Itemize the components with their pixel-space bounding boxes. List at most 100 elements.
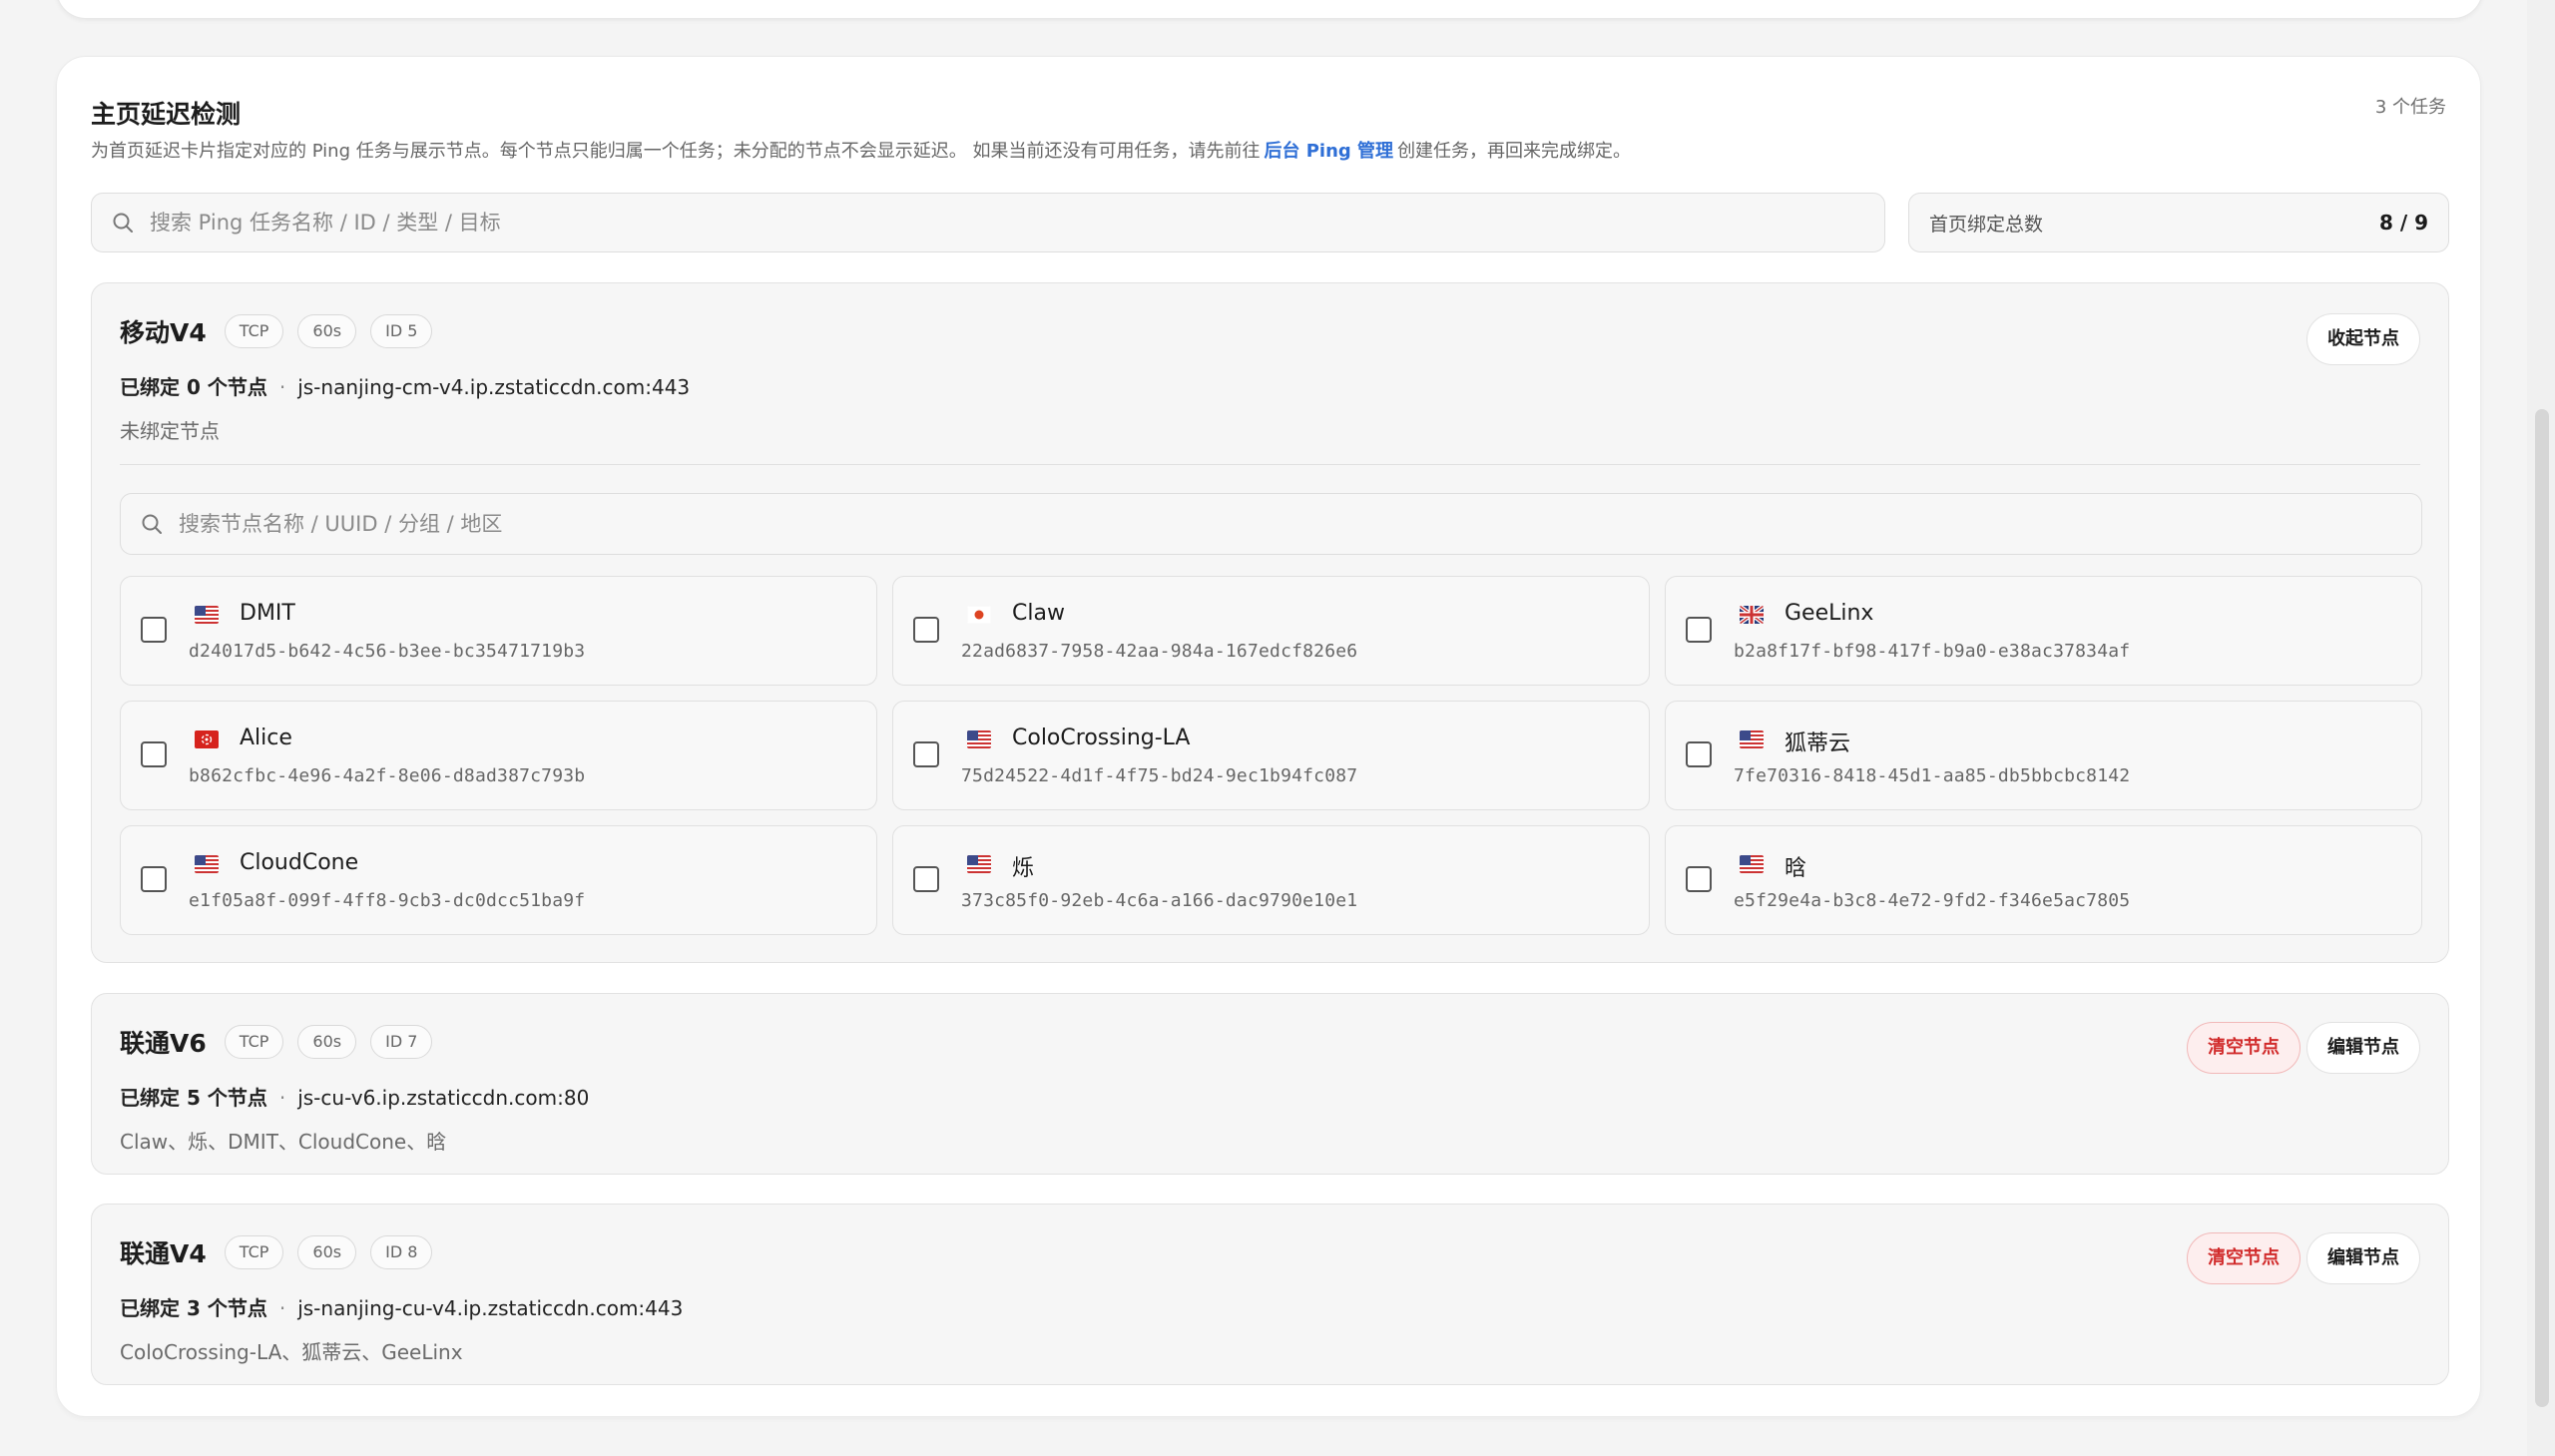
- node-option[interactable]: 晗 e5f29e4a-b3c8-4e72-9fd2-f346e5ac7805: [1665, 825, 2422, 935]
- task-header: 联通V6 TCP 60s ID 7: [120, 1024, 433, 1060]
- node-checkbox[interactable]: [913, 617, 939, 643]
- ping-admin-link[interactable]: 后台 Ping 管理: [1264, 141, 1393, 162]
- node-uuid: b2a8f17f-bf98-417f-b9a0-e38ac37834af: [1734, 641, 2131, 662]
- node-option[interactable]: ColoCrossing-LA 75d24522-4d1f-4f75-bd24-…: [892, 701, 1650, 810]
- us-flag-icon: [967, 855, 991, 873]
- task-name: 联通V4: [120, 1239, 207, 1268]
- edit-nodes-button[interactable]: 编辑节点: [2306, 1232, 2420, 1284]
- node-uuid: d24017d5-b642-4c56-b3ee-bc35471719b3: [189, 641, 586, 662]
- uk-flag-icon: [1740, 606, 1764, 624]
- node-name: CloudCone: [240, 850, 359, 875]
- task-meta: 已绑定 0 个节点 · js-nanjing-cm-v4.ip.zstaticcdn…: [120, 371, 690, 400]
- jp-flag-icon: [967, 606, 991, 624]
- binding-total-label: 首页绑定总数: [1929, 213, 2044, 236]
- node-checkbox[interactable]: [1686, 617, 1712, 643]
- task-target: js-nanjing-cu-v4.ip.zstaticcdn.com:443: [297, 1296, 684, 1320]
- edit-nodes-button[interactable]: 编辑节点: [2306, 1022, 2420, 1074]
- node-uuid: 7fe70316-8418-45d1-aa85-db5bbcbc8142: [1734, 765, 2131, 786]
- node-uuid: 22ad6837-7958-42aa-984a-167edcf826e6: [961, 641, 1358, 662]
- interval-badge: 60s: [297, 1025, 357, 1059]
- task-card-unicom-v6: 联通V6 TCP 60s ID 7 清空节点 编辑节点 已绑定 5 个节点 · js…: [91, 993, 2449, 1175]
- description-prefix: 为首页延迟卡片指定对应的 Ping 任务与展示节点。每个节点只能归属一个任务；未…: [91, 141, 1261, 162]
- scrollbar-thumb[interactable]: [2535, 409, 2549, 1407]
- node-name: GeeLinx: [1785, 601, 1874, 626]
- node-uuid: e5f29e4a-b3c8-4e72-9fd2-f346e5ac7805: [1734, 890, 2131, 911]
- node-option[interactable]: Claw 22ad6837-7958-42aa-984a-167edcf826e…: [892, 576, 1650, 686]
- section-title: 主页延迟检测: [91, 100, 242, 129]
- id-badge: ID 5: [370, 314, 433, 348]
- node-checkbox[interactable]: [1686, 741, 1712, 767]
- node-name: 晗: [1785, 856, 1807, 881]
- clear-nodes-button[interactable]: 清空节点: [2187, 1022, 2300, 1074]
- task-meta: 已绑定 5 个节点 · js-cu-v6.ip.zstaticcdn.com:80: [120, 1082, 589, 1111]
- description-suffix: 创建任务，再回来完成绑定。: [1397, 141, 1632, 162]
- bound-count: 已绑定 0 个节点: [120, 375, 267, 399]
- search-icon: [112, 212, 134, 234]
- node-option[interactable]: CloudCone e1f05a8f-099f-4ff8-9cb3-dc0dcc…: [120, 825, 877, 935]
- search-icon: [141, 513, 163, 535]
- node-name: 狐蒂云: [1785, 731, 1851, 756]
- id-badge: ID 8: [370, 1235, 433, 1269]
- node-checkbox[interactable]: [913, 741, 939, 767]
- task-target: js-cu-v6.ip.zstaticcdn.com:80: [297, 1086, 590, 1110]
- task-target: js-nanjing-cm-v4.ip.zstaticcdn.com:443: [297, 375, 691, 399]
- node-checkbox[interactable]: [141, 741, 167, 767]
- node-name: Claw: [1012, 601, 1065, 626]
- node-search-box[interactable]: [120, 493, 2422, 555]
- task-name: 移动V4: [120, 318, 207, 347]
- task-search-box[interactable]: [91, 193, 1885, 252]
- interval-badge: 60s: [297, 314, 357, 348]
- node-option[interactable]: Alice b862cfbc-4e96-4a2f-8e06-d8ad387c79…: [120, 701, 877, 810]
- task-count: 3 个任务: [2374, 97, 2446, 118]
- task-card-mobile-v4: 移动V4 TCP 60s ID 5 收起节点 已绑定 0 个节点 · js-nanj…: [91, 282, 2449, 963]
- homepage-latency-card: 主页延迟检测 3 个任务 为首页延迟卡片指定对应的 Ping 任务与展示节点。每…: [56, 56, 2481, 1417]
- node-name: ColoCrossing-LA: [1012, 726, 1191, 750]
- node-uuid: b862cfbc-4e96-4a2f-8e06-d8ad387c793b: [189, 765, 586, 786]
- us-flag-icon: [195, 606, 219, 624]
- protocol-badge: TCP: [224, 314, 284, 348]
- task-header: 移动V4 TCP 60s ID 5: [120, 313, 433, 349]
- node-uuid: 373c85f0-92eb-4c6a-a166-dac9790e10e1: [961, 890, 1358, 911]
- bound-nodes-text: 未绑定节点: [120, 419, 220, 443]
- clear-nodes-button[interactable]: 清空节点: [2187, 1232, 2300, 1284]
- page-scrollbar[interactable]: [2527, 0, 2555, 1456]
- task-name: 联通V6: [120, 1029, 207, 1058]
- bound-nodes-text: Claw、烁、DMIT、CloudCone、晗: [120, 1130, 447, 1154]
- node-checkbox[interactable]: [913, 866, 939, 892]
- bound-count: 已绑定 3 个节点: [120, 1296, 267, 1320]
- previous-card: [56, 0, 2483, 19]
- node-option[interactable]: 烁 373c85f0-92eb-4c6a-a166-dac9790e10e1: [892, 825, 1650, 935]
- node-uuid: e1f05a8f-099f-4ff8-9cb3-dc0dcc51ba9f: [189, 890, 586, 911]
- node-option[interactable]: DMIT d24017d5-b642-4c56-b3ee-bc35471719b…: [120, 576, 877, 686]
- meta-separator: ·: [278, 375, 286, 399]
- section-description: 为首页延迟卡片指定对应的 Ping 任务与展示节点。每个节点只能归属一个任务；未…: [91, 137, 1631, 163]
- id-badge: ID 7: [370, 1025, 433, 1059]
- binding-total-box: 首页绑定总数 8 / 9: [1908, 193, 2449, 252]
- task-card-unicom-v4: 联通V4 TCP 60s ID 8 清空节点 编辑节点 已绑定 3 个节点 · js…: [91, 1204, 2449, 1385]
- protocol-badge: TCP: [224, 1025, 284, 1059]
- task-header: 联通V4 TCP 60s ID 8: [120, 1234, 433, 1270]
- binding-total-value: 8 / 9: [2378, 211, 2428, 235]
- node-name: 烁: [1012, 856, 1035, 881]
- divider: [120, 464, 2420, 465]
- node-option[interactable]: GeeLinx b2a8f17f-bf98-417f-b9a0-e38ac378…: [1665, 576, 2422, 686]
- hk-flag-icon: [195, 730, 219, 748]
- node-checkbox[interactable]: [1686, 866, 1712, 892]
- node-option[interactable]: 狐蒂云 7fe70316-8418-45d1-aa85-db5bbcbc8142: [1665, 701, 2422, 810]
- task-search-input[interactable]: [148, 210, 1864, 236]
- interval-badge: 60s: [297, 1235, 357, 1269]
- node-grid: DMIT d24017d5-b642-4c56-b3ee-bc35471719b…: [120, 576, 2422, 935]
- us-flag-icon: [967, 730, 991, 748]
- collapse-nodes-button[interactable]: 收起节点: [2306, 313, 2420, 365]
- node-search-input[interactable]: [177, 511, 2401, 537]
- us-flag-icon: [1740, 730, 1764, 748]
- bound-count: 已绑定 5 个节点: [120, 1086, 267, 1110]
- protocol-badge: TCP: [224, 1235, 284, 1269]
- node-name: Alice: [240, 726, 292, 750]
- node-checkbox[interactable]: [141, 866, 167, 892]
- meta-separator: ·: [278, 1086, 286, 1110]
- task-meta: 已绑定 3 个节点 · js-nanjing-cu-v4.ip.zstaticcdn…: [120, 1292, 683, 1321]
- us-flag-icon: [1740, 855, 1764, 873]
- node-name: DMIT: [240, 601, 295, 626]
- node-checkbox[interactable]: [141, 617, 167, 643]
